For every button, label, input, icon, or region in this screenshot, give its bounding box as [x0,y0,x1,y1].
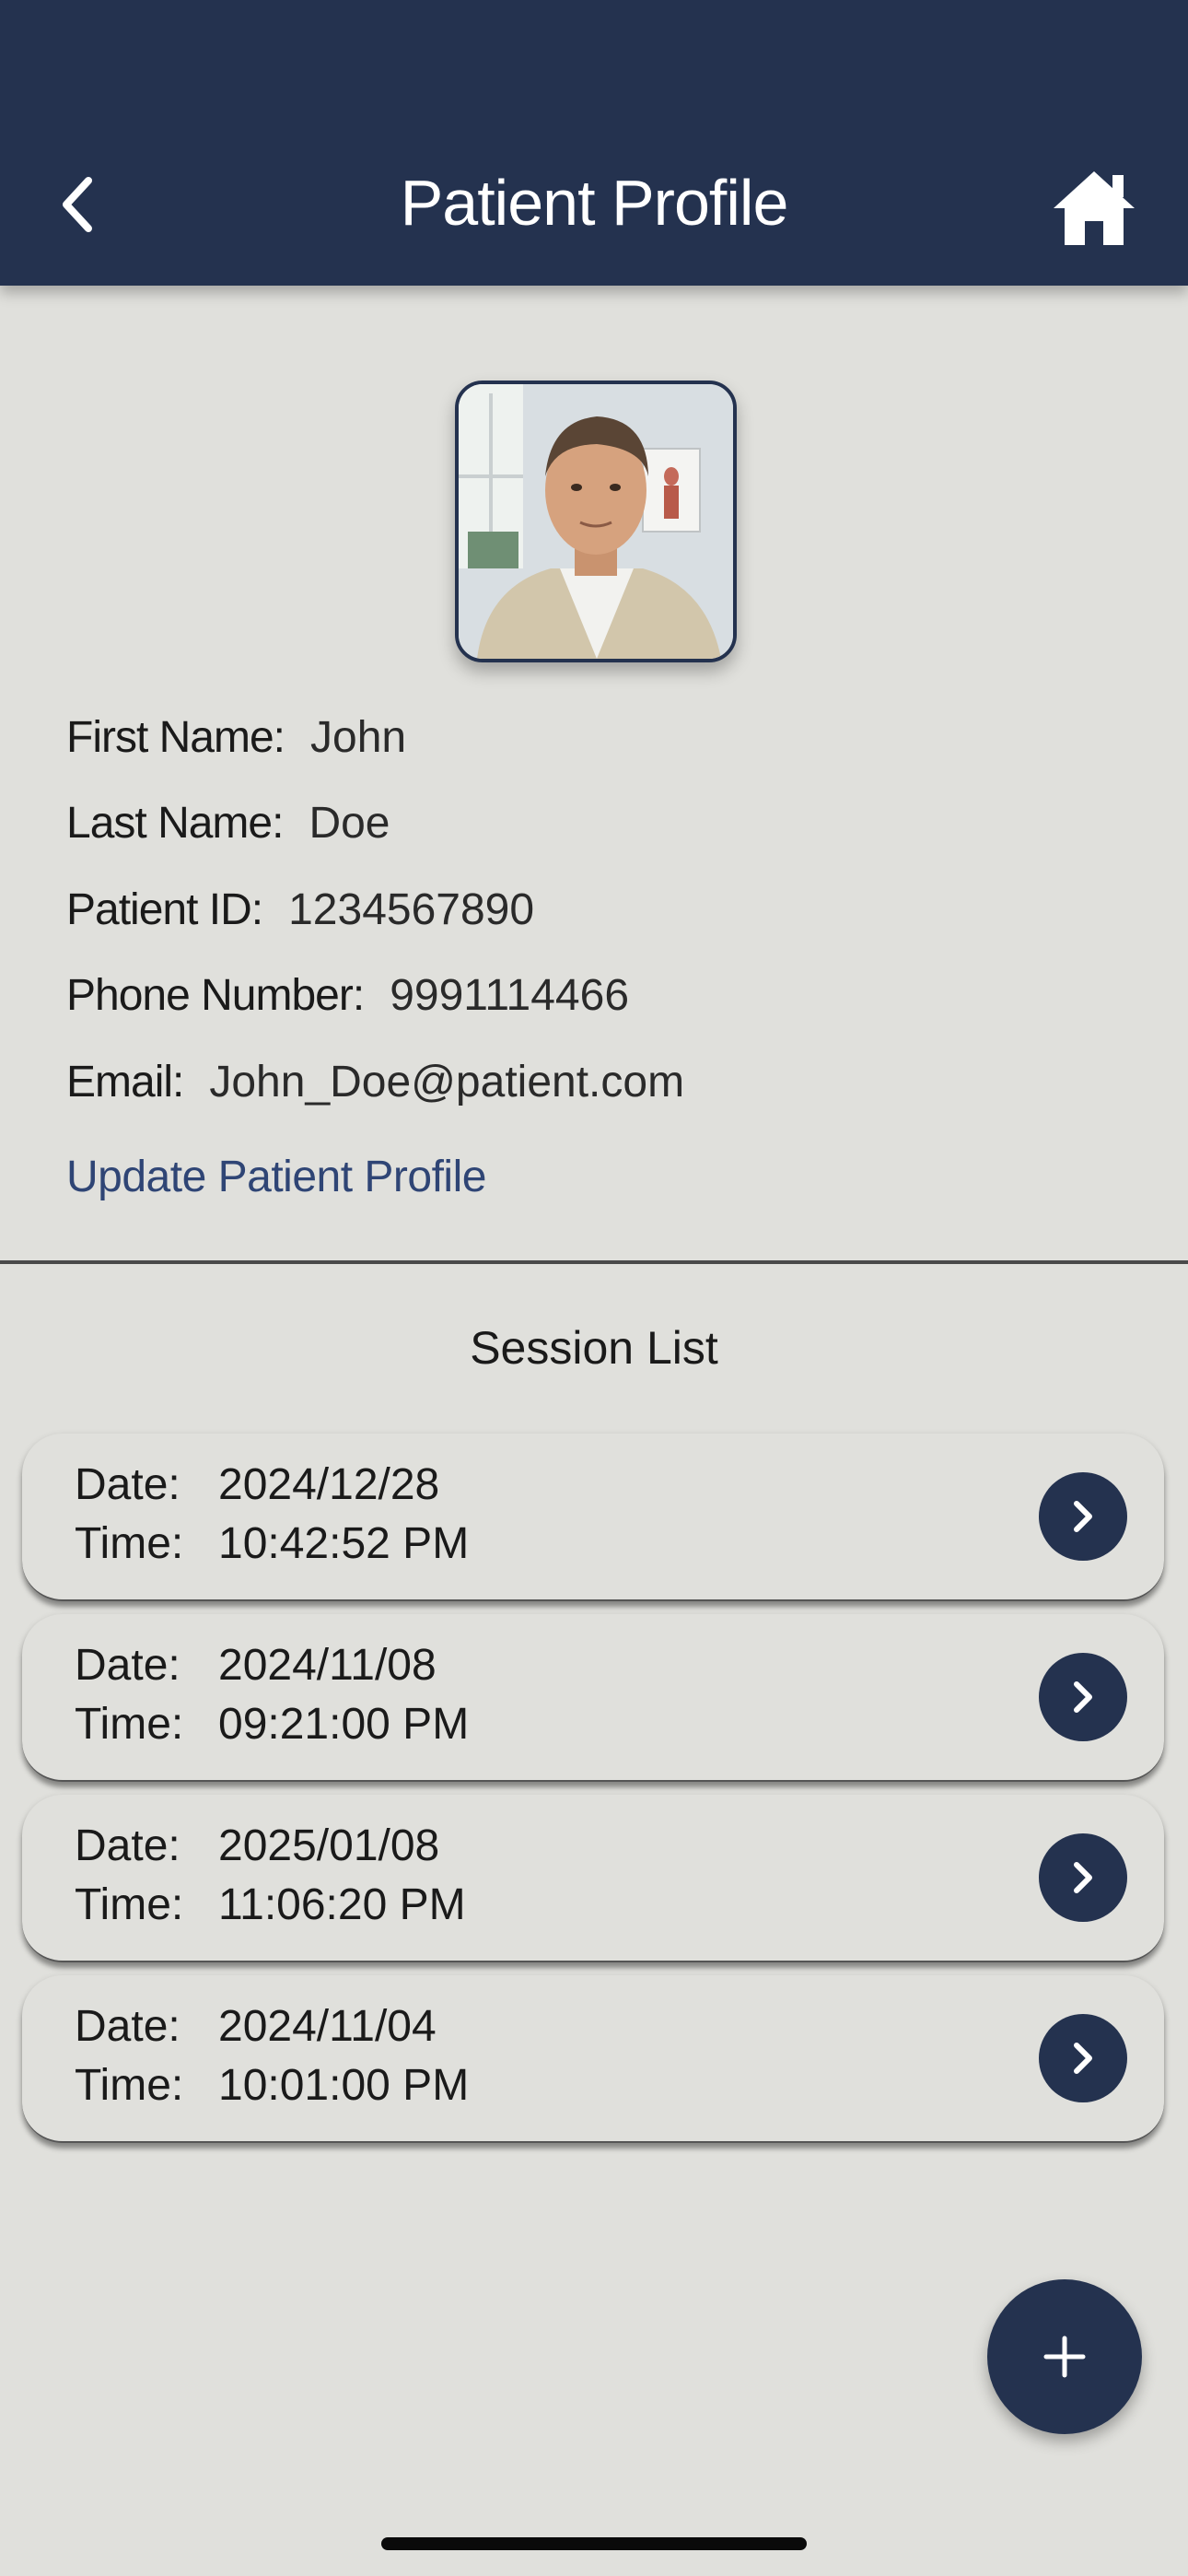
time-label: Time: [75,1700,184,1749]
date-label: Date: [75,1460,181,1509]
last-name-value: Doe [309,799,390,848]
date-label: Date: [75,1641,181,1690]
first-name-value: John [310,713,407,762]
open-session-button[interactable] [1039,1472,1127,1561]
open-session-button[interactable] [1039,2014,1127,2102]
patient-id-label: Patient ID: [66,885,263,934]
section-divider [0,1260,1188,1264]
chevron-right-icon [1074,1862,1092,1893]
phone-value: 9991114466 [390,971,630,1020]
plus-icon [1043,2336,1086,2378]
first-name-row: First Name: John [66,712,406,763]
home-button[interactable] [1050,168,1138,247]
email-label: Email: [66,1058,184,1107]
session-date: 2024/12/28 [218,1460,440,1509]
session-card[interactable]: Date: 2024/11/04 Time: 10:01:00 PM [22,1975,1164,2143]
session-card[interactable]: Date: 2024/12/28 Time: 10:42:52 PM [22,1434,1164,1601]
last-name-row: Last Name: Doe [66,798,390,849]
session-time: 09:21:00 PM [218,1700,470,1749]
patient-id-value: 1234567890 [288,885,535,934]
session-date: 2024/11/04 [218,2002,437,2051]
phone-label: Phone Number: [66,971,365,1020]
session-time: 11:06:20 PM [218,1880,466,1929]
add-session-button[interactable] [987,2279,1142,2434]
page-title: Patient Profile [400,167,789,239]
open-session-button[interactable] [1039,1653,1127,1741]
email-row: Email: John_Doe@patient.com [66,1057,684,1107]
open-session-button[interactable] [1039,1833,1127,1922]
home-indicator [381,2537,807,2550]
session-card[interactable]: Date: 2024/11/08 Time: 09:21:00 PM [22,1614,1164,1782]
chevron-right-icon [1074,1681,1092,1713]
home-icon [1054,171,1135,245]
session-date: 2025/01/08 [218,1821,440,1870]
time-label: Time: [75,2061,184,2110]
chevron-right-icon [1074,2043,1092,2074]
session-list-title: Session List [470,1322,718,1374]
chevron-right-icon [1074,1501,1092,1532]
date-label: Date: [75,2002,181,2051]
patient-id-row: Patient ID: 1234567890 [66,884,534,935]
last-name-label: Last Name: [66,799,284,848]
update-profile-link[interactable]: Update Patient Profile [66,1152,486,1202]
first-name-label: First Name: [66,713,285,762]
session-time: 10:42:52 PM [218,1519,470,1568]
app-header: Patient Profile [0,0,1188,286]
phone-row: Phone Number: 9991114466 [66,970,629,1021]
time-label: Time: [75,1880,184,1929]
date-label: Date: [75,1821,181,1870]
session-date: 2024/11/08 [218,1641,437,1690]
email-value: John_Doe@patient.com [209,1058,685,1107]
patient-avatar [455,381,737,662]
session-card[interactable]: Date: 2025/01/08 Time: 11:06:20 PM [22,1795,1164,1962]
time-label: Time: [75,1519,184,1568]
session-time: 10:01:00 PM [218,2061,470,2110]
